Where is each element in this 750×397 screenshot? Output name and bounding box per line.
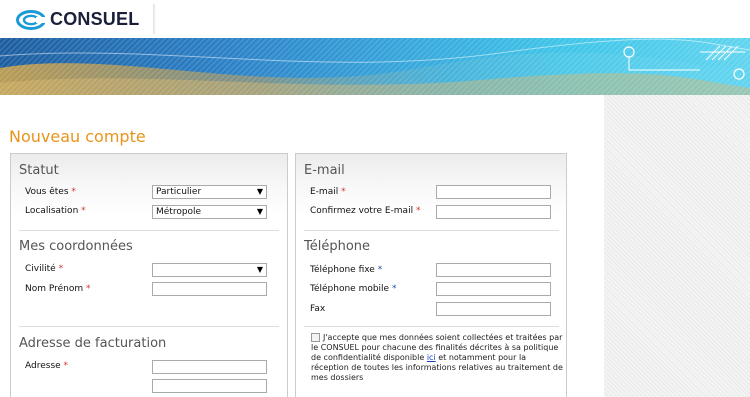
telephone-mobile-input[interactable] xyxy=(436,282,551,296)
adresse-input-line2[interactable] xyxy=(152,379,267,393)
chevron-down-icon: ▼ xyxy=(256,207,263,216)
section-title-telephone: Téléphone xyxy=(304,239,371,254)
email-input[interactable] xyxy=(436,185,551,199)
telephone-fixe-input[interactable] xyxy=(436,263,551,277)
required-marker: * xyxy=(391,284,397,294)
required-marker: * xyxy=(377,265,383,275)
required-marker: * xyxy=(86,284,91,294)
localisation-select[interactable]: Métropole ▼ xyxy=(152,205,267,219)
fax-label: Fax xyxy=(310,304,326,314)
required-marker: * xyxy=(415,206,421,216)
right-form-panel: E-mail E-mail * Confirmez votre E-mail *… xyxy=(295,153,567,397)
email-label: E-mail * xyxy=(310,187,346,197)
consuel-logo[interactable]: CONSUEL xyxy=(16,9,139,30)
brand-name: CONSUEL xyxy=(50,9,140,29)
required-marker: * xyxy=(81,206,86,216)
civilite-select[interactable]: ▼ xyxy=(152,263,267,277)
section-title-email: E-mail xyxy=(304,163,345,178)
vous-etes-label: Vous êtes * xyxy=(25,187,76,197)
section-divider xyxy=(19,326,279,327)
civilite-label: Civilité * xyxy=(25,264,64,274)
required-marker: * xyxy=(71,187,76,197)
adresse-label: Adresse * xyxy=(25,361,69,371)
section-title-statut: Statut xyxy=(19,163,59,178)
consent-text: J'accepte que mes données soient collect… xyxy=(311,333,563,382)
required-marker: * xyxy=(63,361,69,371)
confirm-email-input[interactable] xyxy=(436,205,551,219)
page-title: Nouveau compte xyxy=(9,127,146,146)
required-marker: * xyxy=(341,187,346,197)
confirm-email-label: Confirmez votre E-mail * xyxy=(310,206,421,216)
section-title-facturation: Adresse de facturation xyxy=(19,336,167,351)
right-sidebar xyxy=(604,95,750,397)
adresse-input-line1[interactable] xyxy=(152,360,267,374)
section-divider xyxy=(19,230,279,231)
section-title-coordonnees: Mes coordonnées xyxy=(19,239,133,254)
chevron-down-icon: ▼ xyxy=(256,187,263,196)
telephone-fixe-label: Téléphone fixe * xyxy=(310,265,383,275)
telephone-mobile-label: Téléphone mobile * xyxy=(310,284,397,294)
consuel-logo-icon xyxy=(16,9,46,30)
chevron-down-icon: ▼ xyxy=(256,265,263,274)
header-divider xyxy=(153,4,156,34)
vous-etes-select[interactable]: Particulier ▼ xyxy=(152,185,267,199)
left-form-panel: Statut Vous êtes * Particulier ▼ Localisa… xyxy=(10,153,288,397)
header-banner xyxy=(0,38,750,95)
section-divider xyxy=(304,230,559,231)
nom-prenom-label: Nom Prénom * xyxy=(25,284,91,294)
fax-input[interactable] xyxy=(436,302,551,316)
localisation-label: Localisation * xyxy=(25,206,86,216)
section-divider xyxy=(304,326,559,327)
site-header: CONSUEL xyxy=(0,0,750,38)
required-marker: * xyxy=(58,264,64,274)
privacy-policy-link[interactable]: ici xyxy=(427,353,436,362)
nom-prenom-input[interactable] xyxy=(152,282,267,296)
